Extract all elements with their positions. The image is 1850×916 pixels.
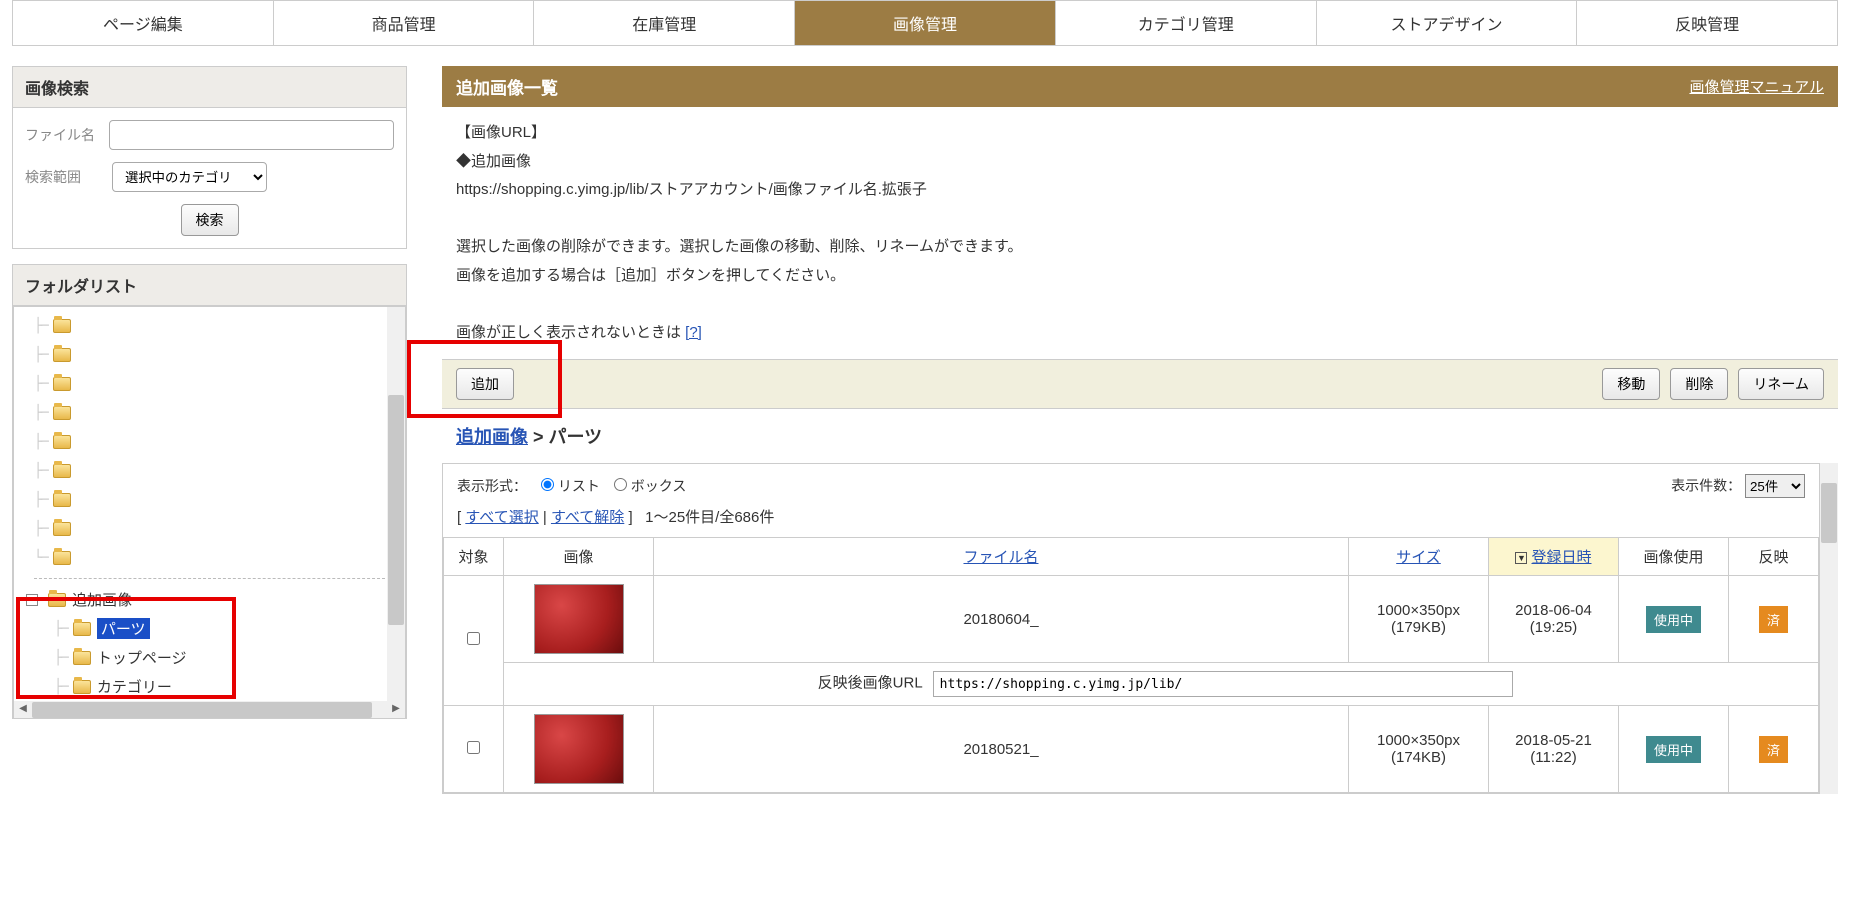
tab-image[interactable]: 画像管理: [795, 1, 1056, 45]
col-filename[interactable]: ファイル名: [654, 538, 1349, 576]
col-size[interactable]: サイズ: [1349, 538, 1489, 576]
display-label: 表示形式：: [457, 478, 527, 494]
move-button[interactable]: 移動: [1602, 368, 1660, 400]
folder-icon: [53, 377, 71, 391]
row-checkbox[interactable]: [467, 741, 480, 754]
count-text: 1～25件目/全686件: [645, 509, 774, 526]
folder-icon: [53, 348, 71, 362]
filename-input[interactable]: [109, 120, 394, 150]
sort-desc-icon: ▼: [1515, 552, 1527, 564]
tab-reflect[interactable]: 反映管理: [1577, 1, 1837, 45]
scope-select[interactable]: 選択中のカテゴリ: [112, 162, 267, 192]
deselect-all-link[interactable]: すべて解除: [551, 509, 624, 526]
cell-filename: 20180604_: [654, 576, 1349, 663]
table-row: 20180604_ 1000×350px(179KB) 2018-06-04(1…: [444, 576, 1819, 663]
usage-badge: 使用中: [1646, 606, 1701, 633]
scope-label: 検索範囲: [25, 167, 100, 187]
folder-icon: [48, 593, 66, 607]
folder-title: フォルダリスト: [13, 265, 406, 306]
tree-item-added[interactable]: - 追加画像: [14, 585, 405, 614]
folder-icon: [53, 435, 71, 449]
tree-item[interactable]: ├─: [14, 398, 405, 427]
thumbnail[interactable]: [534, 584, 624, 654]
main-header: 追加画像一覧 画像管理マニュアル: [442, 66, 1838, 107]
perpage-label: 表示件数：: [1671, 478, 1741, 494]
tab-product[interactable]: 商品管理: [274, 1, 535, 45]
tree-item[interactable]: ├─: [14, 514, 405, 543]
rename-button[interactable]: リネーム: [1738, 368, 1824, 400]
breadcrumb-root[interactable]: 追加画像: [456, 427, 528, 447]
url-input[interactable]: [933, 671, 1513, 697]
table-row: 20180521_ 1000×350px(174KB) 2018-05-21(1…: [444, 706, 1819, 793]
folder-icon: [73, 622, 91, 636]
folder-tree: ├─ ├─ ├─ ├─ ├─ ├─ ├─ ├─ └─ - 追加画像 ├─パーツ: [13, 306, 406, 701]
collapse-icon[interactable]: -: [26, 594, 38, 606]
tab-stock[interactable]: 在庫管理: [534, 1, 795, 45]
image-table: 対象 画像 ファイル名 サイズ ▼登録日時 画像使用 反映 20180604_ …: [443, 537, 1819, 793]
perpage-select[interactable]: 25件: [1745, 474, 1805, 498]
folder-icon: [53, 464, 71, 478]
search-title: 画像検索: [13, 67, 406, 108]
help-link[interactable]: [?]: [685, 324, 702, 341]
tree-item-category[interactable]: ├─カテゴリー: [14, 672, 405, 701]
tree-item[interactable]: ├─: [14, 427, 405, 456]
tab-category[interactable]: カテゴリ管理: [1056, 1, 1317, 45]
cell-date: 2018-06-04(19:25): [1489, 576, 1619, 663]
main-tabs: ページ編集 商品管理 在庫管理 画像管理 カテゴリ管理 ストアデザイン 反映管理: [12, 0, 1838, 46]
folder-icon: [53, 551, 71, 565]
url-label: 反映後画像URL: [818, 675, 923, 692]
image-list-panel: 表示形式： リスト ボックス 表示件数： 25件 [ すべて選択 | すべて解除…: [442, 463, 1820, 794]
tab-page-edit[interactable]: ページ編集: [13, 1, 274, 45]
thumbnail[interactable]: [534, 714, 624, 784]
cell-filename: 20180521_: [654, 706, 1349, 793]
tree-scrollbar-v[interactable]: [387, 307, 405, 701]
select-all-link[interactable]: すべて選択: [465, 509, 538, 526]
display-list-radio[interactable]: [541, 478, 554, 491]
folder-panel: フォルダリスト ├─ ├─ ├─ ├─ ├─ ├─ ├─ ├─ └─ -: [12, 264, 407, 719]
reflect-badge: 済: [1759, 606, 1788, 633]
tree-item[interactable]: ├─: [14, 369, 405, 398]
folder-icon: [53, 319, 71, 333]
folder-icon: [73, 651, 91, 665]
cell-size: 1000×350px(174KB): [1349, 706, 1489, 793]
folder-icon: [53, 522, 71, 536]
cell-date: 2018-05-21(11:22): [1489, 706, 1619, 793]
tree-scrollbar-h[interactable]: ◀▶: [13, 701, 406, 719]
tree-item[interactable]: ├─: [14, 456, 405, 485]
folder-icon: [53, 493, 71, 507]
col-image: 画像: [504, 538, 654, 576]
delete-button[interactable]: 削除: [1670, 368, 1728, 400]
tree-item[interactable]: ├─: [14, 311, 405, 340]
col-reflect: 反映: [1729, 538, 1819, 576]
col-date[interactable]: ▼登録日時: [1489, 538, 1619, 576]
breadcrumb-leaf: パーツ: [549, 427, 603, 447]
table-row-url: 反映後画像URL: [444, 663, 1819, 706]
tree-item[interactable]: └─: [14, 543, 405, 572]
display-box-radio[interactable]: [614, 478, 627, 491]
list-scrollbar-v[interactable]: [1820, 463, 1838, 794]
col-check: 対象: [444, 538, 504, 576]
folder-icon: [53, 406, 71, 420]
tab-store-design[interactable]: ストアデザイン: [1317, 1, 1578, 45]
info-block: 【画像URL】 ◆追加画像 https://shopping.c.yimg.jp…: [442, 107, 1838, 359]
folder-icon: [73, 680, 91, 694]
col-use: 画像使用: [1619, 538, 1729, 576]
cell-size: 1000×350px(179KB): [1349, 576, 1489, 663]
breadcrumb: 追加画像 > パーツ: [442, 409, 1838, 463]
search-panel: 画像検索 ファイル名 検索範囲 選択中のカテゴリ 検索: [12, 66, 407, 249]
action-bar: 追加 移動 削除 リネーム: [442, 359, 1838, 409]
main-title: 追加画像一覧: [456, 74, 558, 99]
row-checkbox[interactable]: [467, 632, 480, 645]
tree-item[interactable]: ├─: [14, 340, 405, 369]
usage-badge: 使用中: [1646, 736, 1701, 763]
add-button[interactable]: 追加: [456, 368, 514, 400]
filename-label: ファイル名: [25, 125, 97, 145]
tree-item-top[interactable]: ├─トップページ: [14, 643, 405, 672]
tree-item[interactable]: ├─: [14, 485, 405, 514]
tree-item-parts[interactable]: ├─パーツ: [14, 614, 405, 643]
manual-link[interactable]: 画像管理マニュアル: [1689, 76, 1824, 97]
reflect-badge: 済: [1759, 736, 1788, 763]
search-button[interactable]: 検索: [181, 204, 239, 236]
